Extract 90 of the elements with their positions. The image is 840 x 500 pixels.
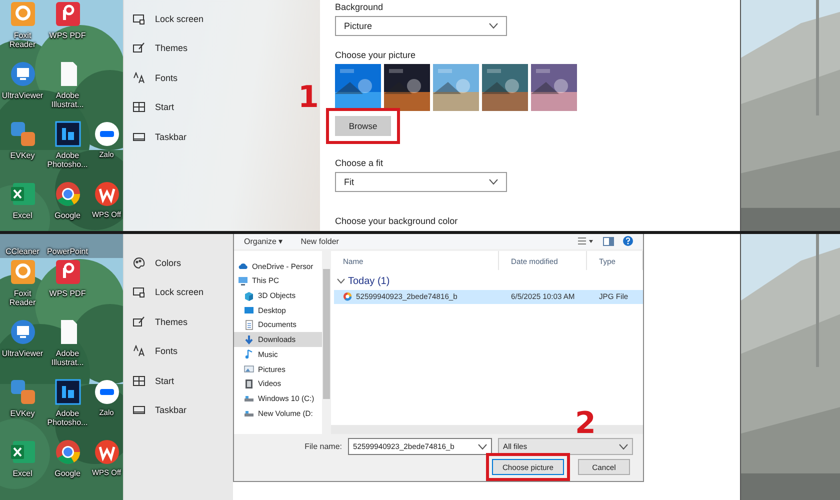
sidebar-item[interactable]: Themes xyxy=(124,34,188,63)
sidebar-item[interactable]: Lock screen xyxy=(124,4,204,34)
picture-label: Choose your picture xyxy=(335,50,417,60)
preview-pane-icon[interactable] xyxy=(603,236,614,246)
chevron-down-icon xyxy=(619,444,628,450)
pdf-app-icon[interactable] xyxy=(54,0,82,28)
file-name-label: File name: xyxy=(304,442,342,451)
drive-icon xyxy=(244,408,254,418)
desktop-icon-label[interactable]: Foxit Reader xyxy=(0,31,45,50)
chat-app-icon[interactable] xyxy=(92,378,120,406)
drive-icon xyxy=(244,393,254,404)
cube-icon xyxy=(244,290,254,301)
desktop-icon-label[interactable]: Excel xyxy=(12,211,32,220)
sidebar-item[interactable]: Fonts xyxy=(124,336,178,366)
lock-screen-icon xyxy=(133,286,145,298)
fit-dropdown[interactable]: Fit xyxy=(335,172,507,192)
download-icon xyxy=(244,334,254,345)
fonts-icon xyxy=(133,72,145,84)
spreadsheet-app-icon[interactable] xyxy=(8,438,36,466)
browser-app-icon[interactable] xyxy=(54,180,82,208)
step-number: 1 xyxy=(298,80,319,115)
desktop-icon-label[interactable]: EVKey xyxy=(10,409,35,418)
document-icon xyxy=(244,320,254,330)
brush-icon xyxy=(133,316,145,328)
music-note-icon xyxy=(244,349,254,360)
background-color-label: Choose your background color xyxy=(335,216,459,226)
chevron-down-icon xyxy=(489,179,498,185)
image-file-icon xyxy=(343,292,352,302)
sidebar-item[interactable]: Themes xyxy=(124,307,188,336)
toolbar-button[interactable]: Organize ▾ xyxy=(244,236,283,246)
help-icon[interactable] xyxy=(623,236,633,246)
keyboard-app-icon[interactable] xyxy=(8,120,36,148)
fonts-icon xyxy=(133,345,145,358)
start-layout-icon xyxy=(133,101,145,114)
sidebar-item[interactable]: Colors xyxy=(124,248,182,278)
pdf-app-icon[interactable] xyxy=(54,258,82,286)
taskbar-icon xyxy=(133,130,145,143)
document-app-icon[interactable] xyxy=(8,258,36,286)
desktop-icon-label[interactable]: Google xyxy=(54,469,80,478)
chat-app-icon[interactable] xyxy=(92,120,120,148)
group-header: Today (1) xyxy=(348,276,390,287)
lock-screen-icon xyxy=(133,12,145,25)
palette-icon xyxy=(133,256,145,269)
desktop-icon-label[interactable]: Adobe Photosho... xyxy=(45,409,90,428)
scrollbar-thumb[interactable] xyxy=(323,268,330,399)
step-number: 2 xyxy=(575,406,596,441)
film-icon xyxy=(244,378,254,389)
sidebar-item[interactable]: Start xyxy=(124,92,174,122)
photo-editor-icon[interactable] xyxy=(54,378,82,406)
start-layout-icon xyxy=(133,374,145,387)
background-label: Background xyxy=(335,2,384,12)
cloud-icon xyxy=(238,261,248,272)
keyboard-app-icon[interactable] xyxy=(8,378,36,406)
sidebar-item[interactable]: Taskbar xyxy=(124,122,187,152)
office-app-icon[interactable] xyxy=(92,180,120,208)
desktop-icon-label[interactable]: Adobe Illustrat... xyxy=(45,91,90,110)
background-dropdown[interactable]: Picture xyxy=(335,16,507,36)
photo-editor-icon[interactable] xyxy=(54,120,82,148)
desktop-icon-label[interactable]: Adobe Photosho... xyxy=(45,151,90,170)
sidebar-item[interactable]: Start xyxy=(124,366,174,396)
desktop-icon-label[interactable]: Foxit Reader xyxy=(0,289,45,308)
fit-label: Choose a fit xyxy=(335,158,384,168)
desktop-icon-label[interactable]: EVKey xyxy=(10,151,35,160)
desktop-icon-label[interactable]: Excel xyxy=(12,469,32,478)
office-app-icon[interactable] xyxy=(92,438,120,466)
browse-button[interactable]: Browse xyxy=(335,116,391,136)
monitor-app-icon[interactable] xyxy=(8,318,36,346)
spreadsheet-app-icon[interactable] xyxy=(8,180,36,208)
chevron-down-icon[interactable] xyxy=(337,278,345,284)
sidebar-item[interactable]: Fonts xyxy=(124,63,178,92)
desktop-icon-label[interactable]: UltraViewer xyxy=(2,91,44,100)
brush-icon xyxy=(133,42,145,54)
desktop-icon-label[interactable]: Google xyxy=(54,211,80,220)
view-options-icon[interactable] xyxy=(578,237,594,246)
desktop-icon-label[interactable]: WPS PDF xyxy=(49,31,86,40)
chevron-down-icon xyxy=(489,23,498,29)
desktop-icon xyxy=(244,305,254,316)
taskbar-icon xyxy=(133,404,145,416)
monitor-app-icon[interactable] xyxy=(8,60,36,88)
browser-app-icon[interactable] xyxy=(54,438,82,466)
toolbar-button[interactable]: New folder xyxy=(300,236,339,246)
desktop-icon-label[interactable]: WPS PDF xyxy=(49,289,86,298)
sidebar-item[interactable]: Taskbar xyxy=(124,396,187,425)
desktop-icon-label[interactable]: UltraViewer xyxy=(2,349,44,358)
vertical-scrollbar[interactable] xyxy=(322,250,331,434)
pictures-icon xyxy=(244,364,254,374)
sidebar-item[interactable]: Lock screen xyxy=(124,278,204,307)
chevron-down-icon xyxy=(478,444,487,450)
monitor-icon xyxy=(238,276,248,286)
desktop-icon-label[interactable]: Adobe Illustrat... xyxy=(45,349,90,368)
